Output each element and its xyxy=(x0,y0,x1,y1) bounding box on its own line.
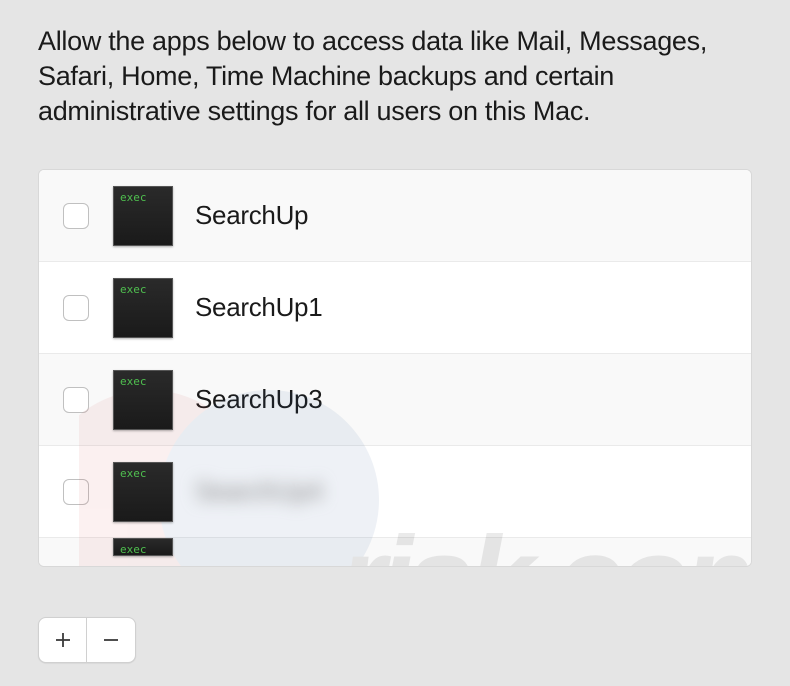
exec-icon-label: exec xyxy=(120,375,147,388)
add-button[interactable] xyxy=(39,618,87,662)
checkbox[interactable] xyxy=(63,387,89,413)
exec-icon: exec xyxy=(113,462,173,522)
app-name-label-obscured: SearchUp4 xyxy=(195,476,322,507)
checkbox[interactable] xyxy=(63,295,89,321)
app-row[interactable]: exec SearchUp3 xyxy=(39,354,751,446)
add-remove-bar xyxy=(38,617,136,663)
app-row[interactable]: exec SearchUp xyxy=(39,170,751,262)
plus-icon xyxy=(54,631,72,649)
remove-button[interactable] xyxy=(87,618,135,662)
exec-icon-label: exec xyxy=(120,543,147,556)
exec-icon-label: exec xyxy=(120,283,147,296)
app-row[interactable]: exec xyxy=(39,538,751,567)
app-name-label: SearchUp3 xyxy=(195,384,322,415)
exec-icon-label: exec xyxy=(120,191,147,204)
exec-icon: exec xyxy=(113,186,173,246)
app-name-label: SearchUp xyxy=(195,200,308,231)
exec-icon-label: exec xyxy=(120,467,147,480)
app-name-label: SearchUp1 xyxy=(195,292,322,323)
checkbox[interactable] xyxy=(63,203,89,229)
checkbox[interactable] xyxy=(63,479,89,505)
permission-description: Allow the apps below to access data like… xyxy=(0,0,790,149)
minus-icon xyxy=(102,631,120,649)
app-list: risk.com exec SearchUp exec SearchUp1 ex… xyxy=(38,169,752,567)
exec-icon: exec xyxy=(113,278,173,338)
exec-icon: exec xyxy=(113,370,173,430)
app-row[interactable]: exec SearchUp4 xyxy=(39,446,751,538)
app-row[interactable]: exec SearchUp1 xyxy=(39,262,751,354)
exec-icon: exec xyxy=(113,538,173,556)
